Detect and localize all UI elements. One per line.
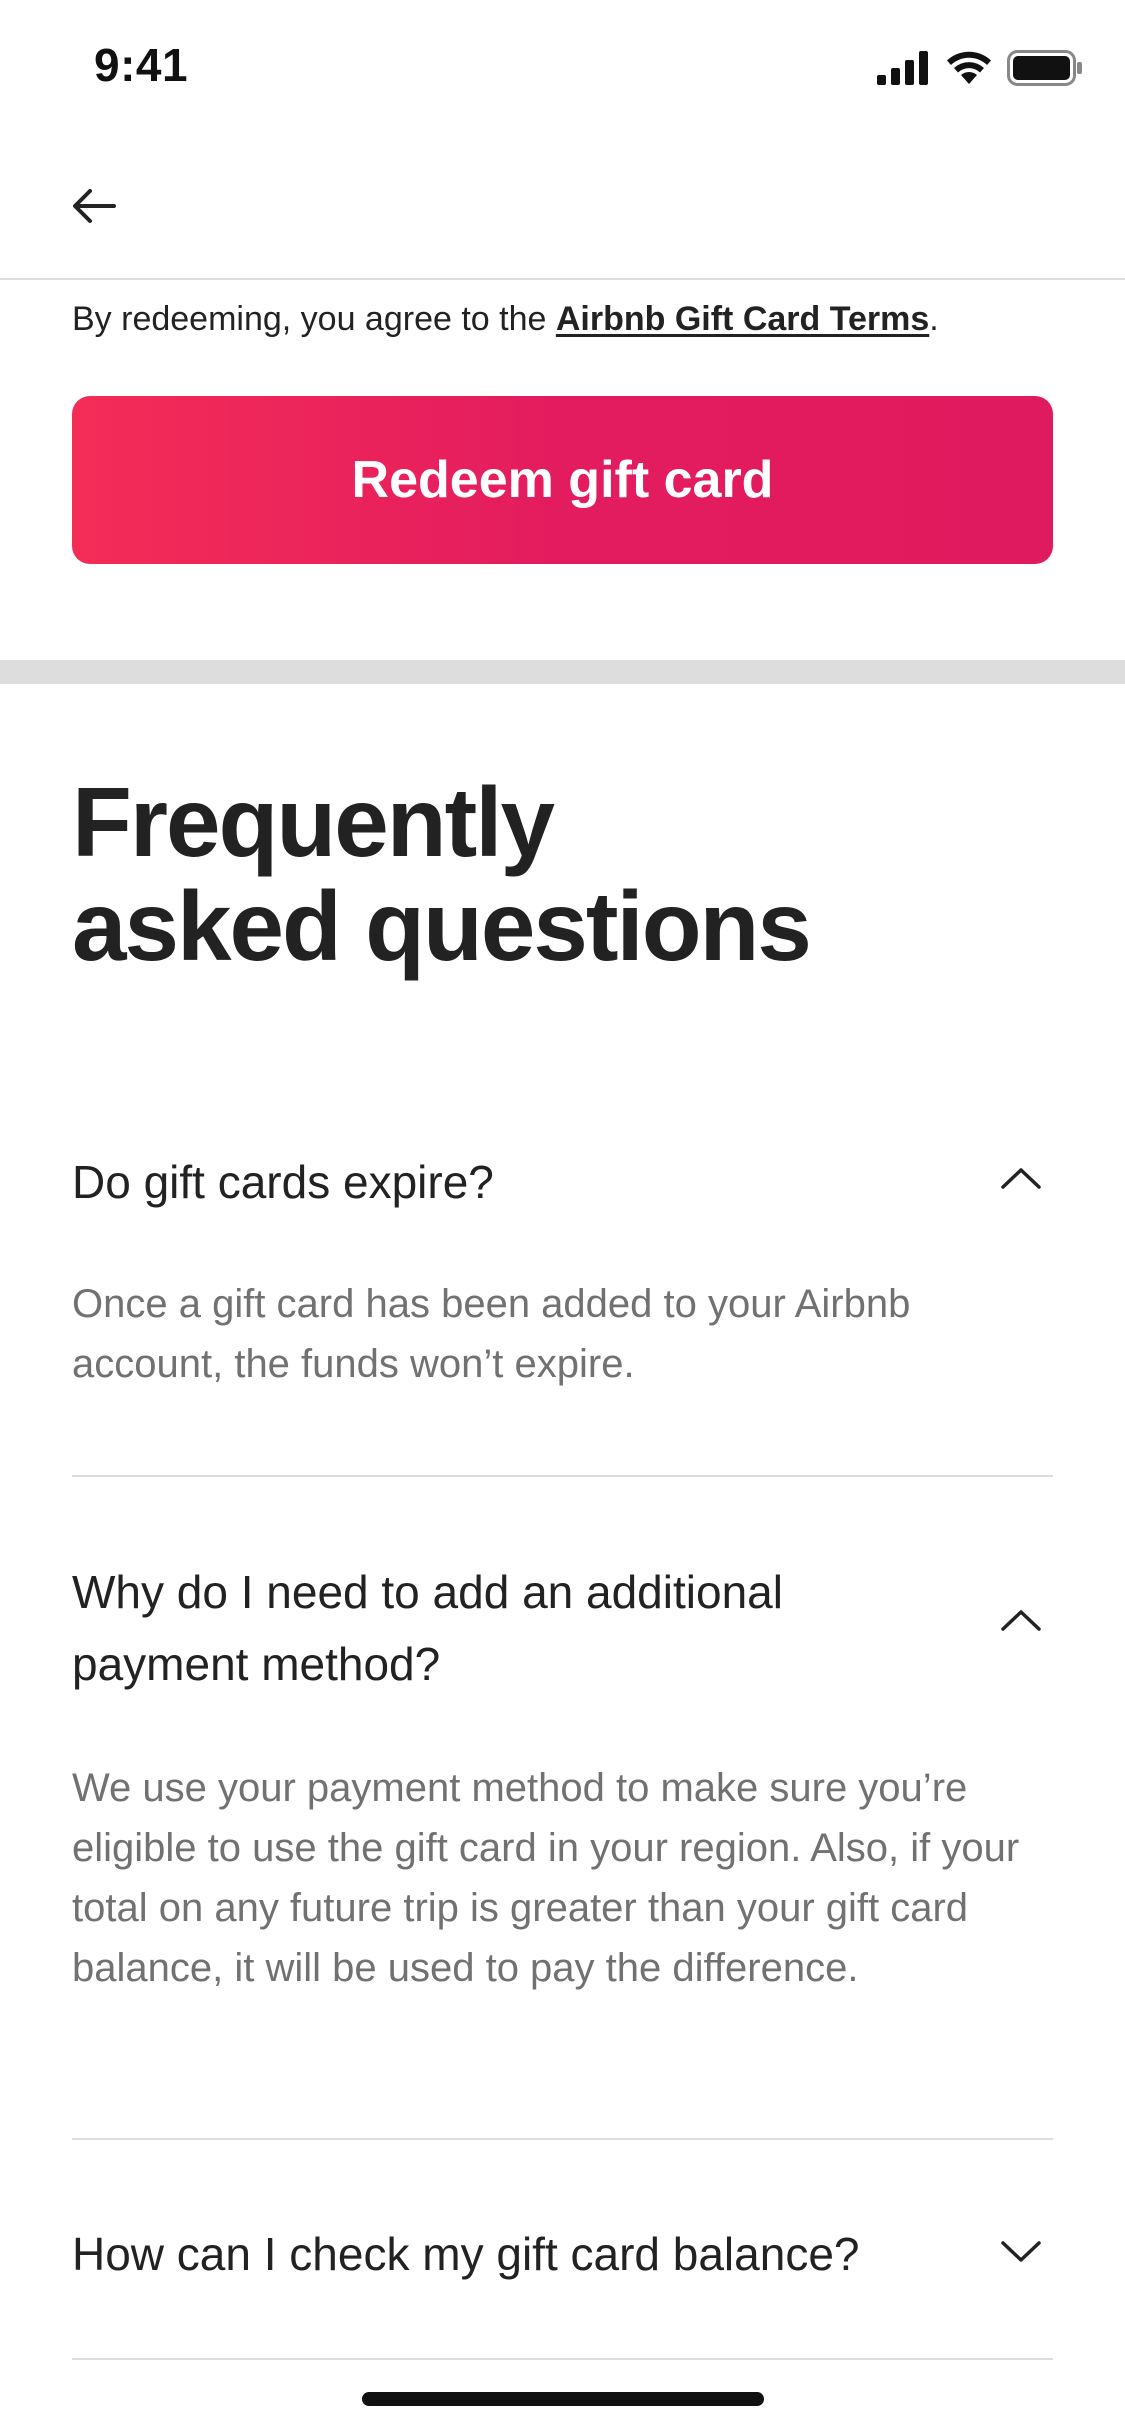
faq-title-line2: asked questions: [72, 871, 812, 981]
faq-item-check-balance: How can I check my gift card balance?: [72, 2218, 1053, 2290]
faq-item-additional-payment-method: Why do I need to add an additional payme…: [72, 1556, 1053, 1998]
wifi-icon: [945, 50, 993, 91]
faq-question[interactable]: Why do I need to add an additional payme…: [72, 1556, 872, 1700]
back-button[interactable]: [62, 176, 126, 240]
terms-notice: By redeeming, you agree to the Airbnb Gi…: [72, 300, 1072, 339]
faq-divider: [72, 2358, 1053, 2360]
faq-toggle-button[interactable]: [989, 2222, 1053, 2286]
battery-icon: [1007, 50, 1083, 91]
faq-toggle-button[interactable]: [989, 1590, 1053, 1654]
faq-title: Frequently asked questions: [72, 770, 972, 978]
status-icons: [877, 50, 1083, 91]
faq-answer: We use your payment method to make sure …: [72, 1766, 1020, 1990]
cellular-signal-icon: [877, 51, 931, 90]
faq-item-gift-card-expire: Do gift cards expire? Once a gift card h…: [72, 1146, 1053, 1394]
faq-answer: Once a gift card has been added to your …: [72, 1282, 911, 1386]
home-indicator[interactable]: [362, 2392, 764, 2406]
section-divider: [0, 660, 1125, 684]
faq-toggle-button[interactable]: [989, 1148, 1053, 1212]
faq-title-line1: Frequently: [72, 767, 555, 877]
top-nav: [0, 150, 1125, 280]
chevron-down-icon: [1000, 2240, 1042, 2269]
terms-prefix: By redeeming, you agree to the: [72, 300, 556, 338]
chevron-up-icon: [1000, 1166, 1042, 1195]
faq-divider: [72, 2138, 1053, 2140]
status-bar: 9:41: [0, 0, 1125, 132]
arrow-left-icon: [70, 182, 118, 235]
status-time: 9:41: [94, 39, 189, 91]
chevron-up-icon: [1000, 1608, 1042, 1637]
faq-question[interactable]: How can I check my gift card balance?: [72, 2218, 942, 2290]
faq-question[interactable]: Do gift cards expire?: [72, 1146, 942, 1218]
faq-divider: [72, 1475, 1053, 1477]
gift-card-terms-link[interactable]: Airbnb Gift Card Terms: [556, 300, 929, 338]
redeem-gift-card-button[interactable]: Redeem gift card: [72, 396, 1053, 564]
terms-suffix: .: [929, 300, 939, 338]
